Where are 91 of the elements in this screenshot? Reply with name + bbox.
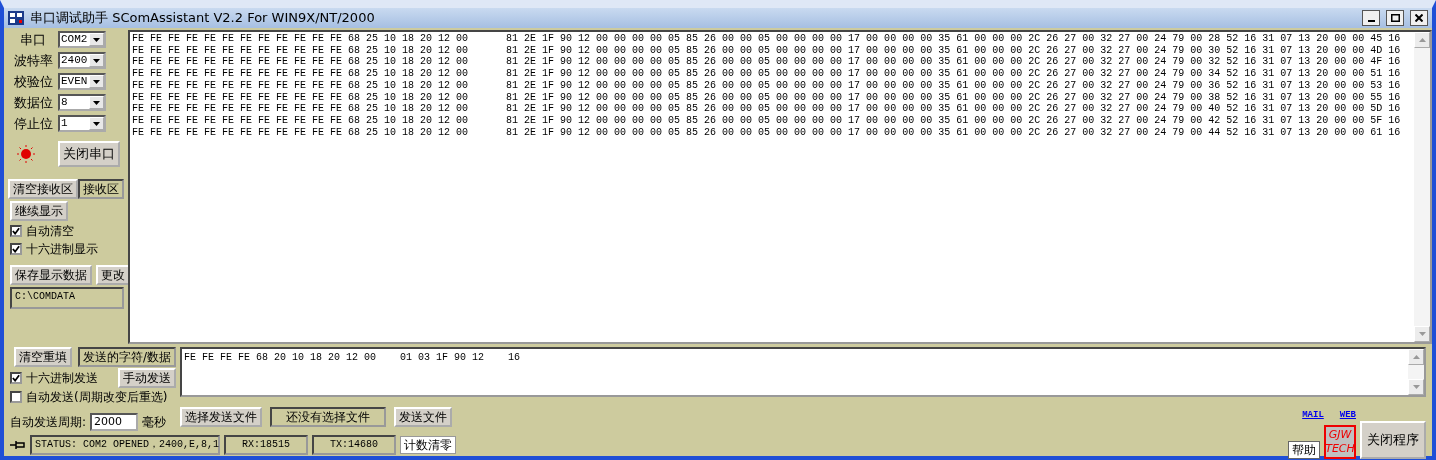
scroll-down-button[interactable] bbox=[1414, 326, 1430, 342]
data-text: FE FE FE FE FE FE FE FE FE FE FE FE 68 25 10 18 20 12 00 bbox=[132, 126, 469, 139]
data-text: 16 bbox=[508, 351, 521, 365]
data-text: FE FE FE FE FE FE FE FE FE FE FE FE 68 25 10 18 20 12 00 bbox=[132, 56, 469, 69]
data-text: 81 2E 1F 90 12 00 00 00 00 05 85 26 00 00 05 00 00 00 00 17 00 00 00 00 35 61 00 00 00 2C 26 27 00 32 27 00 24 79 00 42 52 16 31 07 13 20 00 00 5F 16 bbox=[506, 114, 1401, 127]
option-label: 十六进制发送 bbox=[26, 370, 98, 387]
setting-dropdown[interactable]: 2400 bbox=[58, 52, 106, 69]
close-program-button[interactable]: 关闭程序 bbox=[1360, 420, 1426, 459]
up-arrow-icon bbox=[1412, 355, 1420, 359]
option-label: 自动清空 bbox=[26, 223, 74, 240]
help-button[interactable]: 帮助 bbox=[1288, 440, 1320, 459]
rx-counter: RX:18515 bbox=[224, 435, 308, 455]
area-label: 发送的字符/数据 bbox=[77, 347, 176, 367]
reset-count-button[interactable]: 计数清零 bbox=[400, 436, 456, 454]
setting-label: 波特率 bbox=[12, 51, 54, 70]
checkbox[interactable] bbox=[10, 225, 22, 237]
checkbox[interactable] bbox=[10, 372, 22, 384]
maximize-button[interactable] bbox=[1386, 10, 1404, 26]
caret-icon bbox=[93, 58, 100, 63]
caret-icon bbox=[93, 37, 100, 42]
scroll-up-button[interactable] bbox=[1408, 349, 1424, 365]
down-arrow-icon bbox=[1412, 385, 1420, 389]
data-text: 81 2E 1F 90 12 00 00 00 00 05 85 26 00 00 05 00 00 00 00 17 00 00 00 00 35 61 00 00 00 2C 26 27 00 32 27 00 24 79 00 44 52 16 31 07 13 20 00 00 61 16 bbox=[506, 126, 1401, 139]
logo-text: GJW bbox=[1328, 427, 1352, 442]
maximize-icon bbox=[1390, 14, 1400, 22]
unit-label: 毫秒 bbox=[142, 414, 167, 431]
checkbox[interactable] bbox=[10, 391, 22, 403]
link[interactable]: MAIL bbox=[1302, 409, 1324, 423]
clear-receive-button[interactable]: 清空接收区 bbox=[8, 179, 78, 199]
setting-dropdown[interactable]: COM2 bbox=[58, 31, 106, 48]
file-name-field: 还没有选择文件 bbox=[270, 407, 386, 427]
tx-counter: TX:14680 bbox=[312, 435, 396, 455]
minimize-icon bbox=[1367, 20, 1375, 22]
check-icon bbox=[12, 227, 20, 235]
change-button[interactable]: 更改 bbox=[96, 265, 130, 285]
scroll-up-button[interactable] bbox=[1414, 32, 1430, 48]
check-icon bbox=[12, 374, 20, 382]
send-file-button[interactable]: 发送文件 bbox=[394, 407, 452, 427]
data-text: FE FE FE FE FE FE FE FE FE FE FE FE 68 25 10 18 20 12 00 bbox=[132, 44, 469, 57]
data-text: FE FE FE FE FE FE FE FE FE FE FE FE 68 25 10 18 20 12 00 bbox=[132, 91, 469, 104]
data-text: FE FE FE FE FE FE FE FE FE FE FE FE 68 25 10 18 20 12 00 bbox=[132, 33, 469, 45]
window-title: 串口调试助手 SComAssistant V2.2 For WIN9X/NT/2000 bbox=[30, 9, 375, 28]
caret-icon bbox=[93, 100, 100, 105]
data-text: FE FE FE FE FE FE FE FE FE FE FE FE 68 25 10 18 20 12 00 bbox=[132, 79, 469, 92]
check-icon bbox=[12, 245, 20, 253]
manual-send-button[interactable]: 手动发送 bbox=[118, 368, 176, 388]
save-path-field: C:\COMDATA bbox=[10, 287, 124, 309]
save-data-button[interactable]: 保存显示数据 bbox=[10, 265, 92, 285]
setting-label: 数据位 bbox=[12, 93, 54, 112]
select-file-button[interactable]: 选择发送文件 bbox=[180, 407, 262, 427]
data-text: 81 2E 1F 90 12 00 00 00 00 05 85 26 00 00 05 00 00 00 00 17 00 00 00 00 35 61 00 00 00 2C 26 27 00 32 27 00 24 79 00 36 52 16 31 07 13 20 00 00 53 16 bbox=[506, 79, 1401, 92]
clear-send-button[interactable]: 清空重填 bbox=[14, 347, 72, 367]
data-text: FE FE FE FE FE FE FE FE FE FE FE FE 68 25 10 18 20 12 00 bbox=[132, 103, 469, 115]
data-text: FE FE FE FE FE FE FE FE FE FE FE FE 68 25 10 18 20 12 00 bbox=[132, 114, 469, 127]
setting-label: 校验位 bbox=[12, 72, 54, 91]
app-icon bbox=[8, 11, 24, 25]
scroll-down-button[interactable] bbox=[1408, 379, 1424, 395]
logo-text: TECH bbox=[1325, 441, 1355, 456]
data-text: 81 2E 1F 90 12 00 00 00 00 05 85 26 00 00 05 00 00 00 00 17 00 00 00 00 35 61 00 00 00 2C 26 27 00 32 27 00 24 79 00 28 52 16 31 07 13 20 00 00 45 16 bbox=[506, 33, 1401, 45]
continue-display-button[interactable]: 继续显示 bbox=[10, 201, 68, 221]
data-text: 81 2E 1F 90 12 00 00 00 00 05 85 26 00 00 05 00 00 00 00 17 00 00 00 00 35 61 00 00 00 2C 26 27 00 32 27 00 24 79 00 34 52 16 31 07 13 20 00 00 51 16 bbox=[506, 68, 1401, 80]
caret-icon bbox=[93, 79, 100, 84]
period-field[interactable]: 2000 bbox=[90, 413, 139, 431]
period-label: 自动发送周期: bbox=[10, 414, 87, 431]
up-arrow-icon bbox=[1418, 38, 1426, 42]
option-label: 十六进制显示 bbox=[26, 241, 98, 258]
data-text: 81 2E 1F 90 12 00 00 00 00 05 85 26 00 00 05 00 00 00 00 17 00 00 00 00 35 61 00 00 00 2C 26 27 00 32 27 00 24 79 00 32 52 16 31 07 13 20 00 00 4F 16 bbox=[506, 56, 1401, 69]
data-text: 01 03 1F 90 12 bbox=[400, 351, 485, 365]
data-text: 81 2E 1F 90 12 00 00 00 00 05 85 26 00 00 05 00 00 00 00 17 00 00 00 00 35 61 00 00 00 2C 26 27 00 32 27 00 24 79 00 30 52 16 31 07 13 20 00 00 4D 16 bbox=[506, 44, 1401, 57]
option-label: 自动发送(周期改变后重选) bbox=[26, 389, 168, 406]
data-text: 81 2E 1F 90 12 00 00 00 00 05 85 26 00 00 05 00 00 00 00 17 00 00 00 00 35 61 00 00 00 2C 26 27 00 32 27 00 24 79 00 40 52 16 31 07 13 20 00 00 5D 16 bbox=[506, 103, 1401, 115]
close-button[interactable] bbox=[1410, 10, 1428, 26]
down-arrow-icon bbox=[1418, 332, 1426, 336]
data-text: 81 2E 1F 90 12 00 00 00 00 05 85 26 00 00 05 00 00 00 00 17 00 00 00 00 35 61 00 00 00 2C 26 27 00 32 27 00 24 79 00 38 52 16 31 07 13 20 00 00 55 16 bbox=[506, 91, 1401, 104]
caret-icon bbox=[93, 121, 100, 126]
setting-label: 串口 bbox=[19, 30, 47, 49]
data-text: FE FE FE FE 68 20 10 18 20 12 00 bbox=[184, 351, 377, 365]
data-text: FE FE FE FE FE FE FE FE FE FE FE FE 68 25 10 18 20 12 00 bbox=[132, 68, 469, 80]
minimize-button[interactable] bbox=[1362, 10, 1380, 26]
status-text: STATUS: COM2 OPENED，2400,E,8,1 bbox=[30, 435, 220, 455]
close-icon bbox=[1415, 14, 1423, 22]
setting-dropdown[interactable]: EVEN bbox=[58, 73, 106, 90]
setting-dropdown[interactable]: 8 bbox=[58, 94, 106, 111]
setting-dropdown[interactable]: 1 bbox=[58, 115, 106, 132]
setting-label: 停止位 bbox=[12, 114, 54, 133]
checkbox[interactable] bbox=[10, 243, 22, 255]
link[interactable]: WEB bbox=[1339, 409, 1356, 423]
send-field[interactable]: FE FE FE FE 68 20 10 18 20 12 00 01 03 1F 90 12 16 bbox=[180, 347, 1426, 397]
close-port-button[interactable]: 关闭串口 bbox=[58, 141, 120, 167]
pin-icon bbox=[10, 440, 26, 450]
area-label: 接收区 bbox=[78, 179, 124, 199]
